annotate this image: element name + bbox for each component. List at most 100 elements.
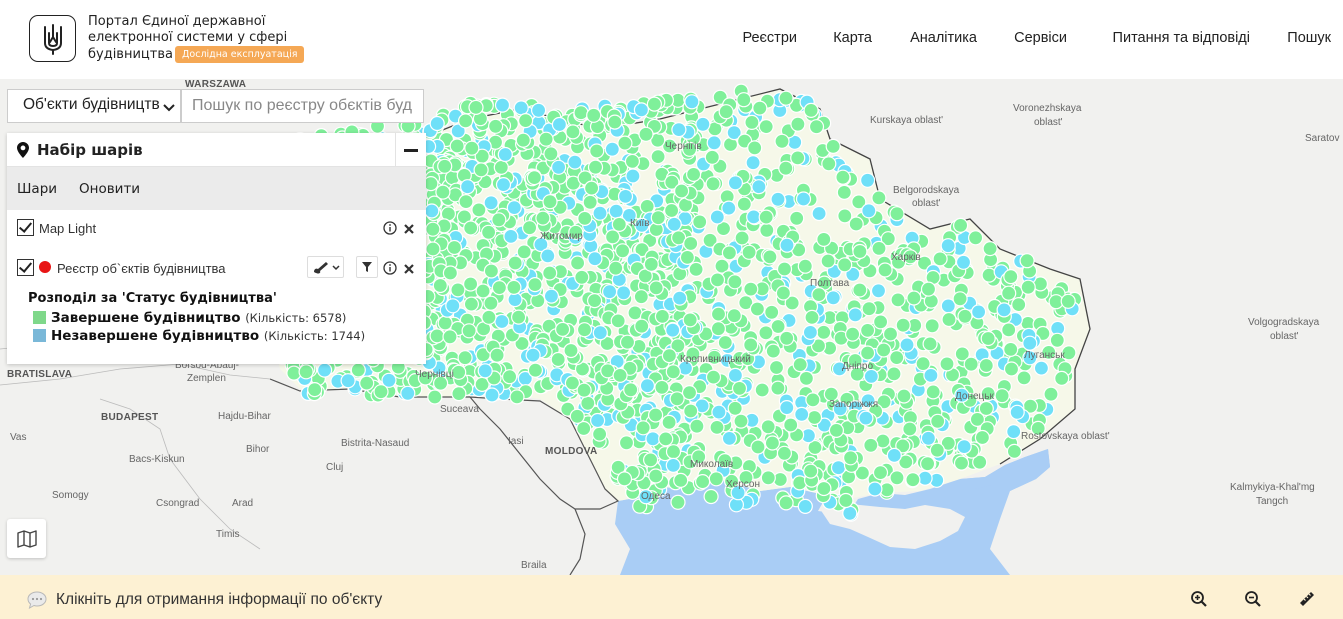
object-marker[interactable] xyxy=(608,203,624,219)
object-marker[interactable] xyxy=(717,334,733,351)
object-marker[interactable] xyxy=(859,322,876,338)
object-marker[interactable] xyxy=(1043,386,1059,402)
object-marker[interactable] xyxy=(867,481,883,497)
object-marker[interactable] xyxy=(774,133,790,149)
object-marker[interactable] xyxy=(576,322,593,338)
object-marker[interactable] xyxy=(646,96,663,112)
object-marker[interactable] xyxy=(802,324,819,340)
object-marker[interactable] xyxy=(468,99,484,115)
object-marker[interactable] xyxy=(863,437,879,453)
object-marker[interactable] xyxy=(491,280,507,296)
object-marker[interactable] xyxy=(795,191,812,207)
object-marker[interactable] xyxy=(510,309,527,325)
object-marker[interactable] xyxy=(842,505,858,521)
object-marker[interactable] xyxy=(805,392,821,408)
object-marker[interactable] xyxy=(503,228,519,244)
object-marker[interactable] xyxy=(574,269,590,285)
object-marker[interactable] xyxy=(423,175,439,192)
object-marker[interactable] xyxy=(906,290,922,306)
object-marker[interactable] xyxy=(889,206,905,222)
object-marker[interactable] xyxy=(745,155,761,171)
object-marker[interactable] xyxy=(527,277,543,293)
object-marker[interactable] xyxy=(709,419,725,435)
object-marker[interactable] xyxy=(758,325,774,341)
object-marker[interactable] xyxy=(627,305,643,321)
object-marker[interactable] xyxy=(589,412,606,429)
object-marker[interactable] xyxy=(872,465,889,481)
object-marker[interactable] xyxy=(770,380,786,396)
filter-button[interactable] xyxy=(356,256,378,278)
object-marker[interactable] xyxy=(695,116,711,132)
object-marker[interactable] xyxy=(551,116,568,133)
object-marker[interactable] xyxy=(726,308,742,324)
object-marker[interactable] xyxy=(703,488,719,505)
object-marker[interactable] xyxy=(604,229,621,245)
nav-services[interactable]: Сервіси xyxy=(1014,30,1067,46)
object-marker[interactable] xyxy=(608,260,624,276)
object-marker[interactable] xyxy=(844,326,861,342)
object-marker[interactable] xyxy=(776,445,793,461)
object-marker[interactable] xyxy=(760,419,776,435)
nav-faq[interactable]: Питання та відповіді xyxy=(1113,30,1250,46)
object-marker[interactable] xyxy=(432,277,448,294)
object-marker[interactable] xyxy=(1049,332,1065,348)
object-marker[interactable] xyxy=(673,183,690,199)
object-marker[interactable] xyxy=(820,253,836,269)
object-marker[interactable] xyxy=(317,362,333,378)
object-marker[interactable] xyxy=(611,216,627,232)
object-marker[interactable] xyxy=(400,385,416,401)
object-marker[interactable] xyxy=(779,237,795,253)
object-marker[interactable] xyxy=(648,468,664,484)
layer-map-light-checkbox[interactable] xyxy=(17,219,34,236)
object-marker[interactable] xyxy=(978,400,994,417)
object-marker[interactable] xyxy=(679,249,696,265)
object-marker[interactable] xyxy=(484,387,500,403)
object-marker[interactable] xyxy=(425,241,441,257)
object-marker[interactable] xyxy=(638,126,654,142)
object-marker[interactable] xyxy=(952,217,969,233)
object-marker[interactable] xyxy=(811,205,827,222)
object-marker[interactable] xyxy=(661,414,677,430)
object-marker[interactable] xyxy=(647,407,664,423)
object-marker[interactable] xyxy=(458,113,474,129)
object-marker[interactable] xyxy=(483,295,499,311)
brand-text[interactable]: Портал Єдиної державної електронної сист… xyxy=(88,14,305,63)
object-marker[interactable] xyxy=(704,149,720,165)
object-marker[interactable] xyxy=(592,205,608,221)
style-brush-button[interactable] xyxy=(307,256,344,278)
object-marker[interactable] xyxy=(876,342,892,358)
object-marker[interactable] xyxy=(463,276,479,292)
object-marker[interactable] xyxy=(692,214,708,230)
object-marker[interactable] xyxy=(550,159,567,175)
object-marker[interactable] xyxy=(1011,297,1027,313)
object-marker[interactable] xyxy=(429,115,445,132)
object-marker[interactable] xyxy=(665,322,681,338)
object-marker[interactable] xyxy=(673,472,689,488)
object-marker[interactable] xyxy=(650,210,666,226)
object-marker[interactable] xyxy=(872,314,889,330)
object-marker[interactable] xyxy=(663,202,680,219)
object-marker[interactable] xyxy=(790,150,806,166)
object-marker[interactable] xyxy=(591,426,608,442)
object-marker[interactable] xyxy=(639,198,655,215)
nav-search[interactable]: Пошук xyxy=(1287,30,1331,46)
object-marker[interactable] xyxy=(790,116,806,132)
object-marker[interactable] xyxy=(633,289,649,305)
object-marker[interactable] xyxy=(764,435,781,451)
object-marker[interactable] xyxy=(736,196,752,212)
object-marker[interactable] xyxy=(764,304,780,320)
object-marker[interactable] xyxy=(573,105,589,121)
object-marker[interactable] xyxy=(731,380,748,396)
object-marker[interactable] xyxy=(589,143,605,159)
object-marker[interactable] xyxy=(525,347,541,363)
object-marker[interactable] xyxy=(733,413,749,429)
object-marker[interactable] xyxy=(586,107,602,123)
object-marker[interactable] xyxy=(816,480,832,497)
object-marker[interactable] xyxy=(940,238,956,254)
object-marker[interactable] xyxy=(451,364,467,380)
object-marker[interactable] xyxy=(494,97,511,113)
object-marker[interactable] xyxy=(567,154,583,170)
object-marker[interactable] xyxy=(804,309,820,325)
object-marker[interactable] xyxy=(886,447,902,463)
object-marker[interactable] xyxy=(902,421,918,437)
